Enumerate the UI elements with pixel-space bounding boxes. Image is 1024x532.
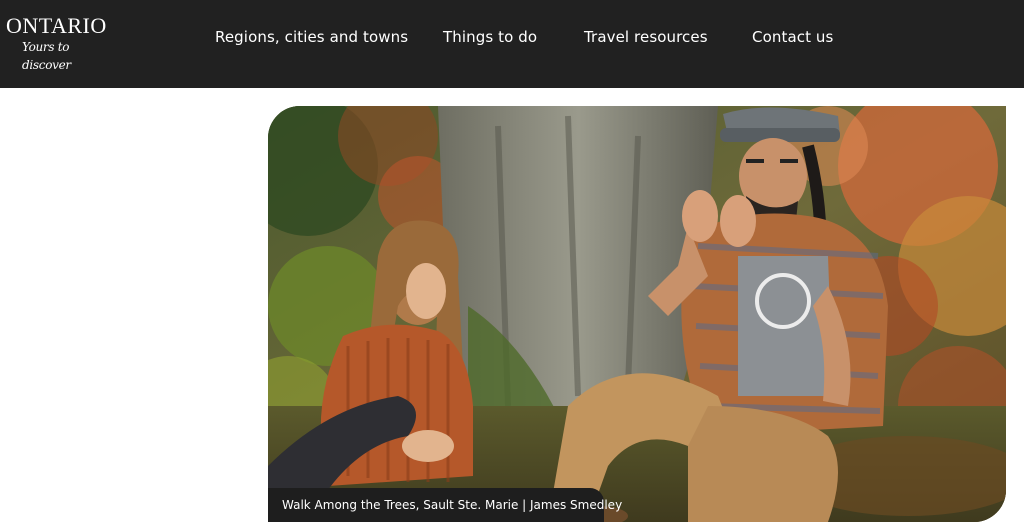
nav-contact-us[interactable]: Contact us (752, 26, 833, 48)
nav-travel-resources[interactable]: Travel resources (584, 26, 708, 48)
main-nav: Regions, cities and towns Things to do T… (0, 26, 1024, 48)
hero-photo-illustration (268, 106, 1006, 522)
hero-image (268, 106, 1006, 522)
nav-regions-cities-towns[interactable]: Regions, cities and towns (215, 26, 408, 48)
nav-things-to-do[interactable]: Things to do (443, 26, 537, 48)
hero-caption: Walk Among the Trees, Sault Ste. Marie |… (268, 488, 622, 522)
site-header: ONTARIO Yours to discover Regions, citie… (0, 0, 1024, 88)
